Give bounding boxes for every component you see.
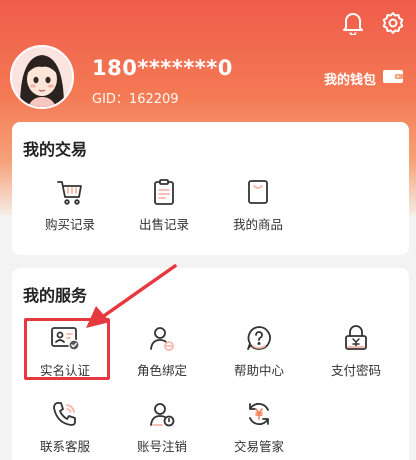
- clipboard-icon: [149, 177, 179, 207]
- id-card-icon: [50, 323, 80, 353]
- cart-icon: [55, 177, 85, 207]
- settings-icon[interactable]: [380, 10, 406, 36]
- sale-records-item[interactable]: 出售记录: [119, 177, 209, 233]
- help-center-label: 帮助中心: [233, 363, 284, 378]
- user-name: 180*******0: [92, 56, 233, 80]
- contact-service-item[interactable]: 联系客服: [20, 399, 110, 455]
- trade-manager-label: 交易管家: [233, 439, 284, 454]
- sale-records-label: 出售记录: [138, 217, 189, 232]
- wallet-icon: [382, 68, 404, 88]
- real-name-auth-label: 实名认证: [39, 363, 90, 378]
- account-cancel-label: 账号注销: [136, 439, 187, 454]
- trade-manager-item[interactable]: 交易管家: [214, 399, 304, 455]
- role-binding-label: 角色绑定: [136, 363, 187, 378]
- help-icon: [244, 323, 274, 353]
- wallet-link[interactable]: 我的钱包: [324, 68, 404, 88]
- purchase-records-label: 购买记录: [44, 217, 95, 232]
- wallet-label: 我的钱包: [323, 72, 376, 88]
- top-icons: [340, 10, 406, 36]
- exchange-icon: [244, 399, 274, 429]
- contact-service-label: 联系客服: [39, 439, 90, 454]
- trade-card: 我的交易 购买记录 出售记录 我的商品: [12, 122, 409, 255]
- phone-icon: [50, 399, 80, 429]
- bell-icon[interactable]: [340, 10, 366, 36]
- my-goods-item[interactable]: 我的商品: [213, 177, 303, 233]
- lock-icon: [341, 323, 371, 353]
- user-off-icon: [147, 399, 177, 429]
- trade-title: 我的交易: [23, 140, 88, 159]
- service-title: 我的服务: [23, 286, 88, 305]
- service-card: 我的服务 实名认证 角色绑定 帮助中心 支付密码 联系客服 账号注销 交易管家: [12, 268, 409, 460]
- avatar[interactable]: [10, 45, 74, 109]
- bag-icon: [243, 177, 273, 207]
- payment-password-label: 支付密码: [330, 363, 381, 378]
- annotation-arrow: [86, 264, 177, 328]
- payment-password-item[interactable]: 支付密码: [311, 323, 401, 379]
- purchase-records-item[interactable]: 购买记录: [25, 177, 115, 233]
- account-cancel-item[interactable]: 账号注销: [117, 399, 207, 455]
- user-gid: GID：162209: [92, 92, 179, 107]
- help-center-item[interactable]: 帮助中心: [214, 323, 304, 379]
- my-goods-label: 我的商品: [232, 217, 283, 232]
